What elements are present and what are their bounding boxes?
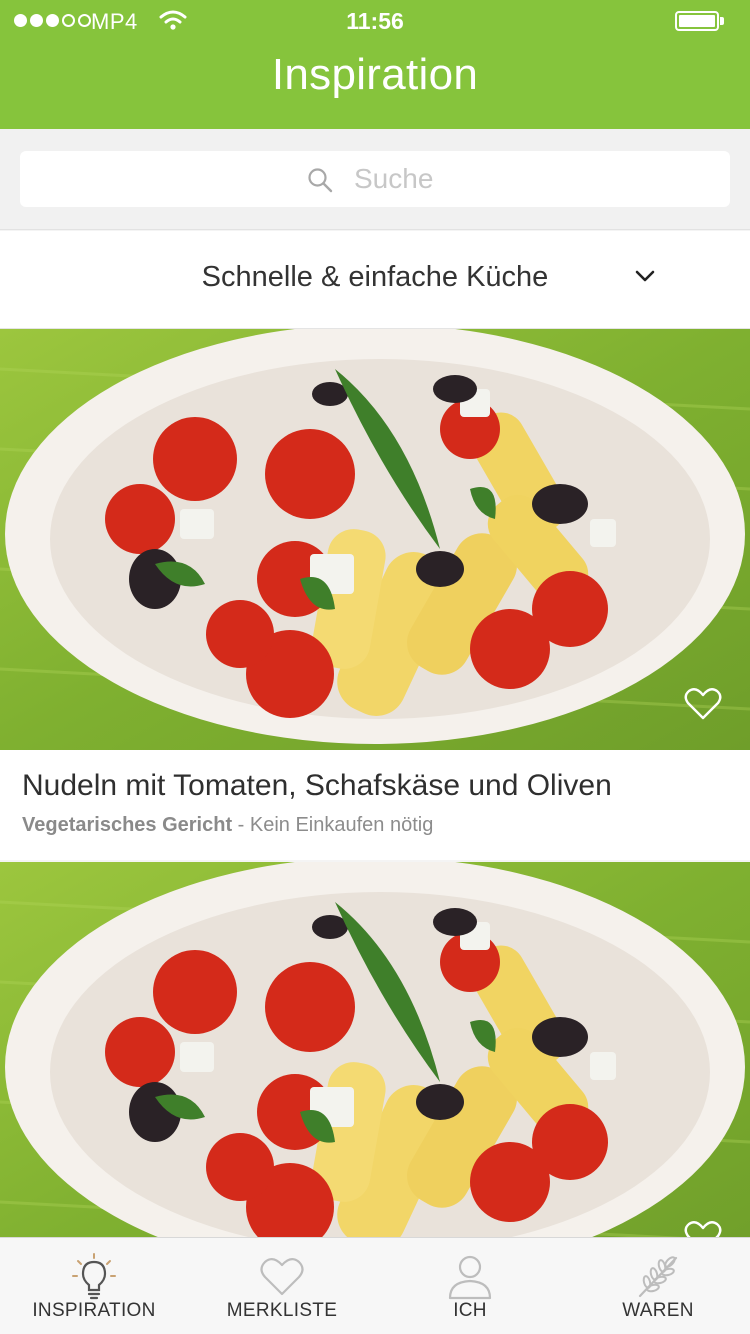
heart-outline-icon[interactable] bbox=[684, 687, 722, 721]
app-header: MP4 11:56 Inspiration bbox=[0, 0, 750, 129]
search-input[interactable] bbox=[348, 151, 714, 207]
recipe-meta: Vegetarisches Gericht - Kein Einkaufen n… bbox=[22, 814, 433, 837]
tab-merkliste[interactable]: MERKLISTE bbox=[188, 1238, 376, 1334]
status-bar: MP4 11:56 bbox=[0, 0, 750, 44]
recipe-note: - Kein Einkaufen nötig bbox=[232, 814, 434, 836]
category-selector[interactable]: Schnelle & einfache Küche bbox=[0, 231, 750, 329]
tab-label: ICH bbox=[453, 1300, 487, 1321]
lightbulb-icon bbox=[72, 1253, 116, 1300]
tab-inspiration[interactable]: INSPIRATION bbox=[0, 1238, 188, 1334]
heart-outline-icon[interactable] bbox=[684, 1220, 722, 1237]
recipe-title[interactable]: Nudeln mit Tomaten, Schafskäse und Olive… bbox=[22, 769, 612, 803]
battery-cap bbox=[720, 17, 724, 25]
screen: MP4 11:56 Inspiration Schnelle & einfach… bbox=[0, 0, 750, 1334]
search-box[interactable] bbox=[20, 151, 730, 207]
person-icon bbox=[448, 1255, 492, 1300]
tab-bar: INSPIRATION MERKLISTE ICH WAREN bbox=[0, 1237, 750, 1334]
battery-icon bbox=[675, 11, 719, 31]
wheat-icon bbox=[638, 1256, 678, 1298]
recipe-image[interactable] bbox=[0, 862, 750, 1237]
tab-label: WAREN bbox=[622, 1300, 694, 1321]
search-area bbox=[0, 129, 750, 230]
heart-icon bbox=[260, 1258, 304, 1296]
page-title: Inspiration bbox=[271, 50, 479, 99]
recipe-card[interactable] bbox=[0, 862, 750, 1237]
recipe-card[interactable]: Nudeln mit Tomaten, Schafskäse und Olive… bbox=[0, 329, 750, 860]
recipe-image[interactable] bbox=[0, 329, 750, 750]
tab-ich[interactable]: ICH bbox=[376, 1238, 564, 1334]
recipe-category: Vegetarisches Gericht bbox=[22, 814, 233, 836]
search-icon bbox=[308, 168, 333, 193]
status-time: 11:56 bbox=[346, 8, 404, 34]
tab-waren[interactable]: WAREN bbox=[564, 1238, 750, 1334]
chevron-down-icon bbox=[635, 270, 655, 282]
tab-label: MERKLISTE bbox=[226, 1300, 338, 1321]
tab-label: INSPIRATION bbox=[32, 1300, 156, 1321]
